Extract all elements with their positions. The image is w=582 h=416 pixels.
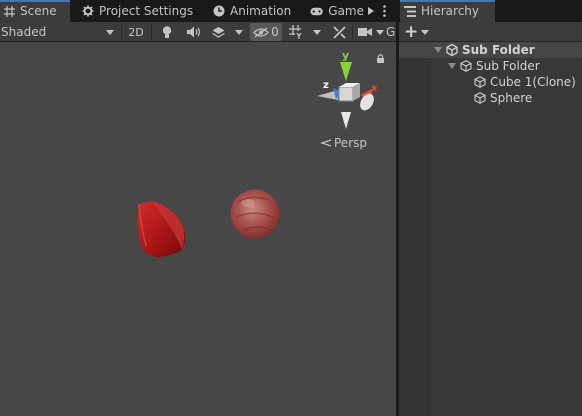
gizmos-dropdown-label: G	[386, 25, 396, 39]
gizmo-center-cube[interactable]	[338, 86, 354, 102]
hierarchy-item-gameobject[interactable]: Sphere	[399, 90, 582, 106]
more-menu-icon[interactable]	[378, 0, 390, 22]
shading-mode-dropdown[interactable]: Shaded	[0, 23, 118, 41]
lock-icon[interactable]	[377, 54, 384, 63]
unity-scene-icon	[446, 44, 458, 56]
chevron-down-icon	[421, 29, 430, 35]
eye-slash-icon	[253, 26, 270, 38]
list-icon	[404, 5, 416, 17]
hierarchy-item-gameobject[interactable]: Sub Folder	[399, 58, 582, 74]
gameobject-cube-icon	[474, 76, 486, 88]
tab-project-settings[interactable]: Project Settings	[78, 0, 202, 22]
hierarchy-item-label: Sub Folder	[476, 59, 540, 73]
tab-scroll-right-icon[interactable]	[366, 0, 376, 22]
gameobject-cube-icon	[474, 92, 486, 104]
projection-label: Persp	[334, 136, 367, 150]
2d-toggle-label: 2D	[128, 25, 144, 39]
clock-icon	[213, 5, 225, 17]
projection-toggle[interactable]: Persp	[320, 136, 367, 150]
grid-snap-button[interactable]	[285, 23, 307, 41]
effects-toggle-button[interactable]	[207, 23, 229, 41]
sphere-object[interactable]	[230, 189, 280, 239]
hierarchy-item-label: Sphere	[490, 91, 533, 105]
gizmos-dropdown[interactable]: G	[386, 23, 396, 41]
hierarchy-item-label: Sub Folder	[462, 43, 535, 57]
chevron-down-icon	[313, 29, 321, 35]
tab-hierarchy-label: Hierarchy	[421, 4, 480, 18]
gamepad-icon	[310, 7, 323, 15]
2d-toggle-button[interactable]: 2D	[124, 23, 148, 41]
gizmo-neg-y-cone[interactable]	[341, 112, 351, 129]
tab-scene-label: Scene	[20, 4, 57, 18]
hierarchy-tab-bar: Hierarchy	[399, 0, 582, 22]
add-object-dropdown[interactable]: +	[404, 23, 430, 41]
speaker-icon	[187, 26, 200, 38]
shading-mode-value: Shaded	[1, 25, 47, 39]
tab-hierarchy[interactable]: Hierarchy	[400, 0, 495, 22]
foldout-arrow-icon[interactable]	[432, 44, 444, 56]
tab-game[interactable]: Game	[306, 0, 364, 22]
hidden-objects-count: 0	[271, 25, 279, 39]
chevron-down-icon	[235, 29, 243, 35]
gizmo-neg-z-cone[interactable]	[357, 91, 376, 113]
tab-game-label: Game	[328, 4, 364, 18]
scene-toolbar: Shaded 2D 0 G	[0, 22, 396, 42]
lightbulb-icon	[162, 25, 172, 38]
chevron-down-icon	[376, 29, 384, 35]
gameobject-cube-icon	[460, 60, 472, 72]
grid-snap-dropdown[interactable]	[309, 23, 325, 41]
hierarchy-item-label: Cube 1(Clone)	[490, 75, 576, 89]
hierarchy-item-gameobject[interactable]: Cube 1(Clone)	[399, 74, 582, 90]
foldout-arrow-icon[interactable]	[446, 60, 458, 72]
tab-animation[interactable]: Animation	[209, 0, 301, 22]
chevron-down-icon	[106, 29, 114, 35]
grid-snap-icon	[289, 25, 302, 39]
tools-icon	[332, 25, 346, 39]
perspective-icon	[320, 139, 332, 147]
gizmo-z-label: z	[323, 80, 329, 91]
camera-icon	[358, 28, 372, 36]
hidden-objects-toggle[interactable]: 0	[250, 23, 282, 41]
cube-object[interactable]	[137, 201, 186, 257]
tab-scene[interactable]: Scene	[0, 0, 70, 22]
scene-canvas: y x z Persp	[137, 49, 384, 257]
grid-icon	[4, 5, 15, 17]
tab-project-settings-label: Project Settings	[99, 4, 194, 18]
camera-settings-dropdown[interactable]	[374, 23, 386, 41]
gear-icon	[82, 5, 94, 17]
toolbar-divider	[121, 25, 122, 39]
audio-toggle-button[interactable]	[182, 23, 206, 41]
add-icon: +	[404, 21, 419, 42]
hierarchy-toolbar: +	[399, 22, 582, 42]
gizmo-y-cone[interactable]	[340, 62, 352, 81]
effects-dropdown[interactable]	[231, 23, 247, 41]
scene-viewport[interactable]: y x z Persp	[0, 42, 396, 416]
camera-settings-button[interactable]	[355, 23, 375, 41]
lighting-toggle-button[interactable]	[156, 23, 178, 41]
gizmos-tools-button[interactable]	[328, 23, 350, 41]
tab-animation-label: Animation	[230, 4, 292, 18]
gizmo-x-label: x	[371, 83, 378, 94]
hierarchy-item-scene[interactable]: Sub Folder	[399, 42, 582, 58]
scene-tab-bar: Scene Project Settings Animation Game	[0, 0, 396, 22]
toolbar-divider	[151, 25, 152, 39]
toolbar-divider	[352, 25, 353, 39]
orientation-gizmo[interactable]: y x z	[317, 49, 378, 129]
gizmo-y-label: y	[342, 49, 349, 62]
layers-icon	[211, 27, 225, 38]
